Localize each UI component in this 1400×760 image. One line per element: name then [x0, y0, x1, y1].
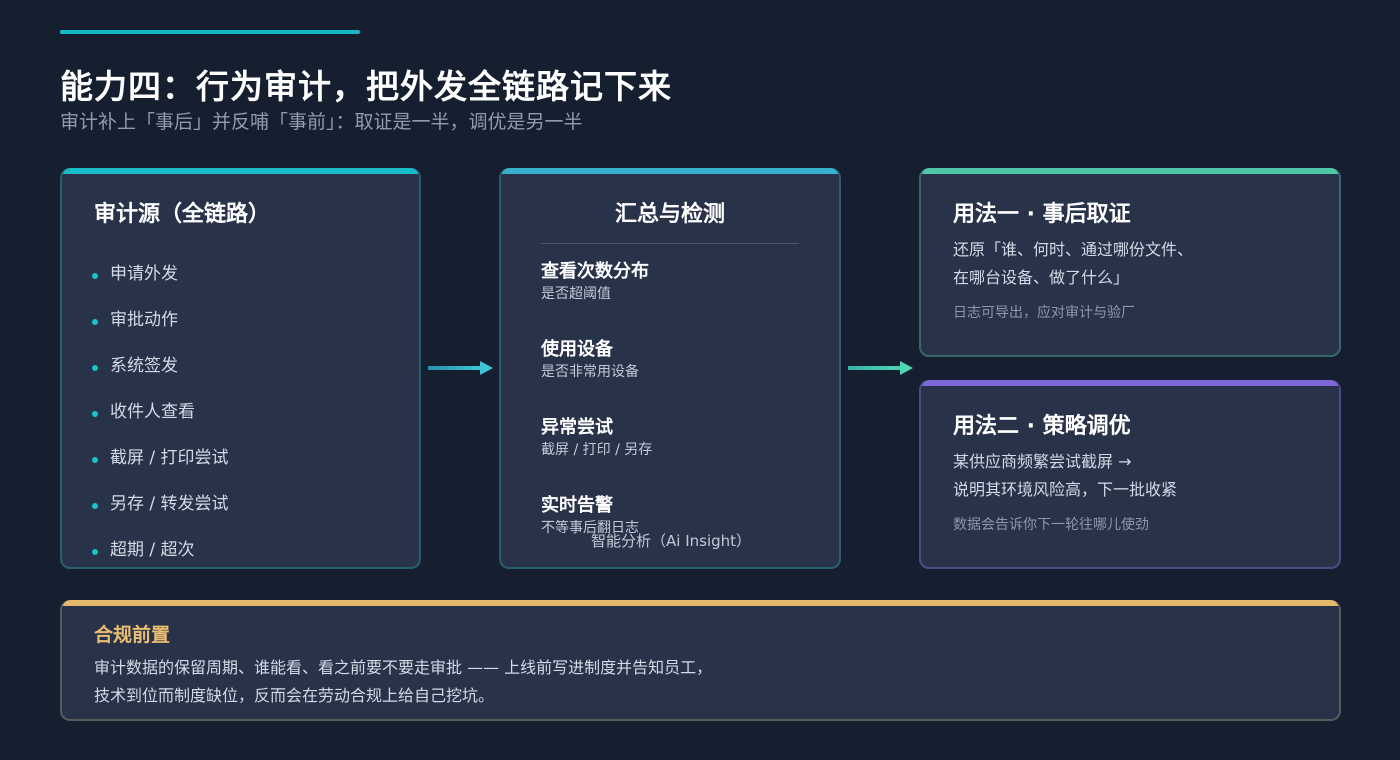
use-forensics-desc-line: 还原「谁、何时、通过哪份文件、 — [953, 240, 1194, 259]
detection-item: 使用设备 是否非常用设备 — [541, 338, 639, 382]
detection-item-desc: 是否非常用设备 — [541, 364, 639, 380]
detection-card: 汇总与检测 查看次数分布 是否超阈值 使用设备 是否非常用设备 异常尝试 截屏 … — [499, 168, 841, 569]
bullet-dot-icon — [92, 457, 98, 463]
detection-item-heading: 异常尝试 — [541, 417, 613, 438]
list-item: 截屏 / 打印尝试 — [92, 432, 229, 478]
top-accent-line — [60, 30, 360, 34]
audit-source-card: 审计源（全链路） 申请外发 审批动作 系统签发 收件人查看 截屏 / 打印尝试 … — [60, 168, 421, 569]
use-tuning-desc-line: 某供应商频繁尝试截屏 → — [953, 452, 1132, 471]
bullet-dot-icon — [92, 411, 98, 417]
compliance-card: 合规前置 审计数据的保留周期、谁能看、看之前要不要走审批 —— 上线前写进制度并… — [60, 600, 1341, 721]
card-accent-bar — [501, 168, 839, 174]
detection-item-heading: 实时告警 — [541, 495, 613, 516]
divider — [541, 243, 799, 244]
list-item-label: 系统签发 — [110, 355, 178, 376]
use-forensics-title: 用法一 · 事后取证 — [953, 202, 1131, 227]
compliance-line: 技术到位而制度缺位，反而会在劳动合规上给自己挖坑。 — [94, 686, 495, 705]
bullet-dot-icon — [92, 549, 98, 555]
use-tuning-desc-line: 说明其环境风险高，下一批收紧 — [953, 480, 1178, 499]
audit-source-list: 申请外发 审批动作 系统签发 收件人查看 截屏 / 打印尝试 另存 / 转发尝试… — [92, 248, 229, 567]
list-item-label: 申请外发 — [110, 263, 178, 284]
card-accent-bar — [62, 168, 419, 174]
detection-item-heading: 使用设备 — [541, 339, 613, 360]
list-item-label: 超期 / 超次 — [110, 539, 195, 560]
list-item: 收件人查看 — [92, 386, 229, 432]
arrow-right-icon — [428, 361, 493, 375]
arrow-right-icon — [848, 361, 913, 375]
card-accent-bar — [62, 600, 1339, 606]
list-item: 系统签发 — [92, 340, 229, 386]
audit-source-title: 审计源（全链路） — [94, 202, 271, 227]
detection-item-desc: 是否超阈值 — [541, 286, 611, 302]
use-tuning-title: 用法二 · 策略调优 — [953, 414, 1131, 439]
use-forensics-card: 用法一 · 事后取证 还原「谁、何时、通过哪份文件、 在哪台设备、做了什么」 日… — [919, 168, 1341, 357]
page-subtitle: 审计补上「事后」并反哺「事前」：取证是一半，调优是另一半 — [60, 111, 583, 133]
detection-item-heading: 查看次数分布 — [541, 261, 649, 282]
bullet-dot-icon — [92, 365, 98, 371]
compliance-title: 合规前置 — [94, 624, 171, 646]
detection-item-desc: 截屏 / 打印 / 另存 — [541, 442, 653, 458]
list-item: 审批动作 — [92, 294, 229, 340]
bullet-dot-icon — [92, 319, 98, 325]
list-item-label: 另存 / 转发尝试 — [110, 493, 229, 514]
card-accent-bar — [921, 380, 1339, 386]
list-item-label: 审批动作 — [110, 309, 178, 330]
compliance-body: 审计数据的保留周期、谁能看、看之前要不要走审批 —— 上线前写进制度并告知员工，… — [94, 654, 712, 710]
card-accent-bar — [921, 168, 1339, 174]
page-title: 能力四：行为审计，把外发全链路记下来 — [60, 67, 672, 106]
compliance-line: 审计数据的保留周期、谁能看、看之前要不要走审批 —— 上线前写进制度并告知员工， — [94, 658, 713, 677]
list-item-label: 收件人查看 — [110, 401, 195, 422]
list-item: 另存 / 转发尝试 — [92, 478, 229, 524]
use-tuning-card: 用法二 · 策略调优 某供应商频繁尝试截屏 → 说明其环境风险高，下一批收紧 数… — [919, 380, 1341, 569]
detection-title: 汇总与检测 — [614, 202, 725, 227]
use-forensics-note: 日志可导出，应对审计与验厂 — [953, 305, 1135, 321]
list-item: 超期 / 超次 — [92, 524, 229, 567]
bullet-dot-icon — [92, 503, 98, 509]
list-item: 申请外发 — [92, 248, 229, 294]
use-forensics-desc-line: 在哪台设备、做了什么」 — [953, 268, 1130, 287]
detection-item: 异常尝试 截屏 / 打印 / 另存 — [541, 416, 652, 460]
detection-footnote: 智能分析（Ai Insight） — [591, 532, 752, 550]
use-forensics-desc: 还原「谁、何时、通过哪份文件、 在哪台设备、做了什么」 — [953, 236, 1193, 292]
use-tuning-note: 数据会告诉你下一轮往哪儿使劲 — [953, 517, 1149, 533]
bullet-dot-icon — [92, 273, 98, 279]
detection-item: 查看次数分布 是否超阈值 — [541, 260, 649, 304]
list-item-label: 截屏 / 打印尝试 — [110, 447, 229, 468]
use-tuning-desc: 某供应商频繁尝试截屏 → 说明其环境风险高，下一批收紧 — [953, 448, 1177, 504]
